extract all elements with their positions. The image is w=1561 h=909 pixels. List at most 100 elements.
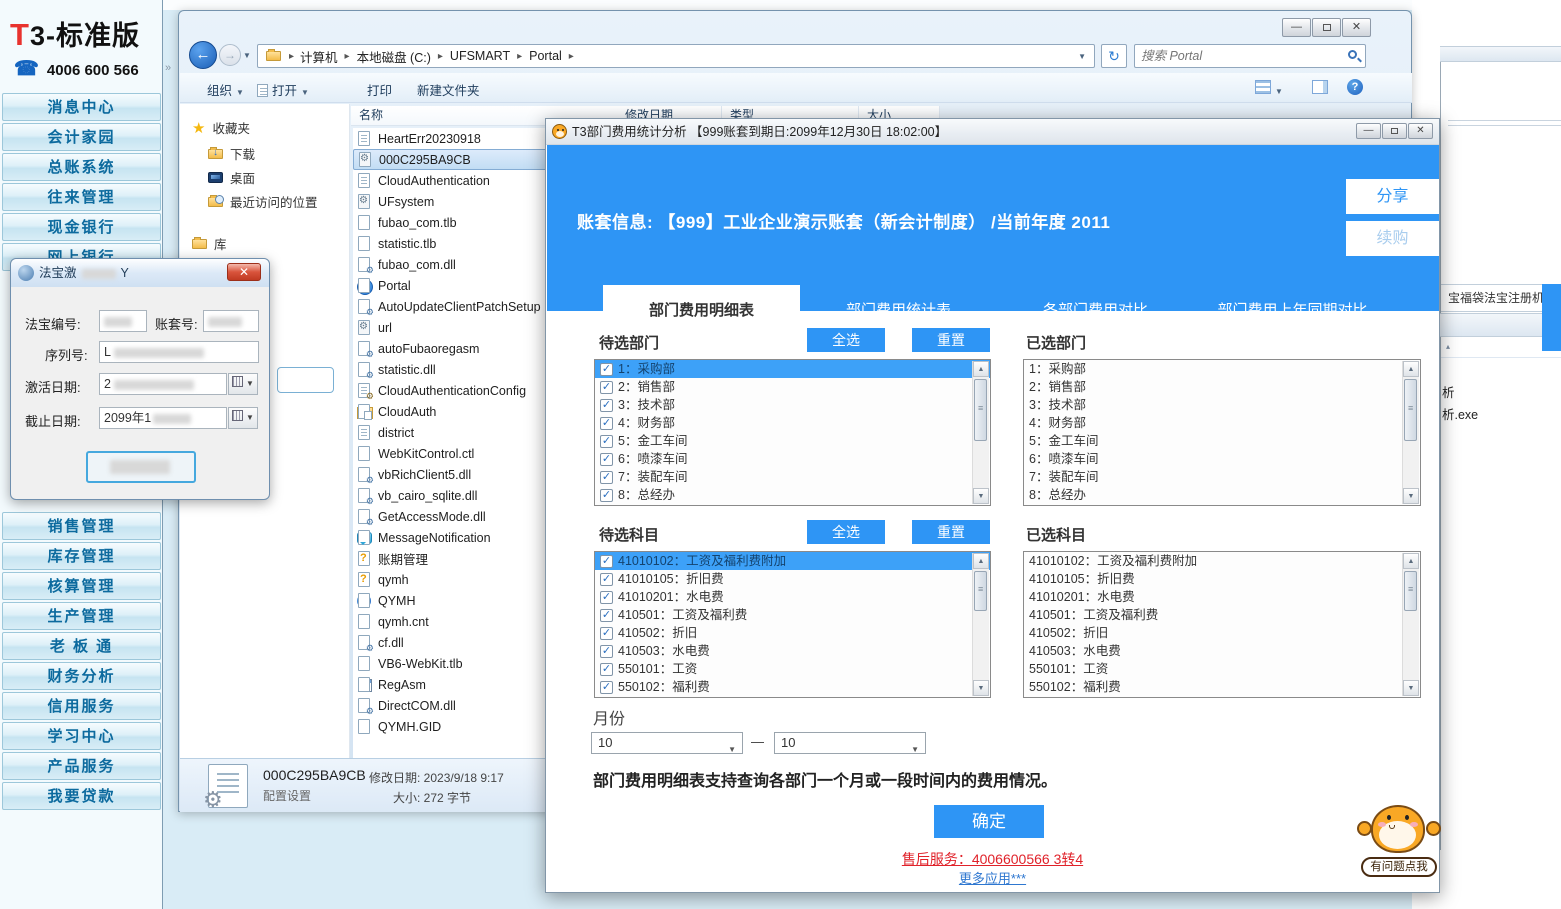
checkbox[interactable]: ✓ [600,627,613,640]
subject-option[interactable]: ✓41010105：折旧费 [595,570,990,588]
sidebar-item[interactable]: 财务分析 [2,662,161,690]
fabao-titlebar[interactable]: 法宝激Y ✕ [11,259,269,287]
scroll-thumb[interactable] [974,571,987,611]
sidebar-item[interactable]: 产品服务 [2,752,161,780]
checkbox[interactable]: ✓ [600,399,613,412]
organize-menu[interactable]: 组织▼ [207,80,244,99]
checkbox[interactable]: ✓ [600,591,613,604]
dept-selected-item[interactable]: 6：喷漆车间 [1024,450,1420,468]
sidebar-item[interactable]: 信用服务 [2,692,161,720]
subject-option[interactable]: ✓550101：工资 [595,660,990,678]
scroll-down-button[interactable]: ▼ [973,488,989,504]
view-button[interactable]: ▼ [1255,80,1283,97]
nav-downloads[interactable]: 下载 [208,144,255,163]
t3-titlebar[interactable]: T3部门费用统计分析 【999账套到期日:2099年12月30日 18:02:0… [546,119,1439,145]
breadcrumb-segment[interactable]: Portal▸ [529,47,581,66]
checkbox[interactable]: ✓ [600,471,613,484]
nav-favorites[interactable]: ★收藏夹 [192,118,250,137]
checkbox[interactable]: ✓ [600,609,613,622]
checkbox[interactable]: ✓ [600,489,613,502]
dept-selected-item[interactable]: 2：销售部 [1024,378,1420,396]
checkbox[interactable]: ✓ [600,681,613,694]
subject-option[interactable]: ✓550102：福利费 [595,678,990,696]
sidebar-item[interactable]: 现金银行 [2,213,161,241]
serial-input[interactable]: L [99,341,259,363]
service-link[interactable]: 售后服务：4006600566 3转4 [546,849,1439,869]
floating-edit-box[interactable] [277,367,334,393]
sidebar-item[interactable]: 核算管理 [2,572,161,600]
collapse-chevron-icon[interactable]: » [165,62,171,74]
print-button[interactable]: 打印 [367,80,392,99]
scroll-down-button[interactable]: ▼ [1403,488,1419,504]
breadcrumb-segment[interactable]: 计算机▸ [300,47,357,66]
scroll-up-button[interactable]: ▲ [973,361,989,377]
search-input[interactable] [1141,47,1336,65]
nav-recent[interactable]: 最近访问的位置 [208,192,318,211]
dept-option[interactable]: ✓6：喷漆车间 [595,450,990,468]
dept-reset-button[interactable]: 重置 [912,328,990,352]
expire-calendar-button[interactable]: ▼ [228,407,258,429]
month-from-select[interactable]: 10 [591,732,743,754]
subject-selected-item[interactable]: 410502：折旧 [1024,624,1420,642]
dept-option[interactable]: ✓7：装配车间 [595,468,990,486]
sidebar-item[interactable]: 会计家园 [2,123,161,151]
scroll-down-button[interactable]: ▼ [973,680,989,696]
share-button[interactable]: 分享 [1346,179,1439,214]
preview-pane-button[interactable] [1312,80,1328,97]
close-button[interactable]: ✕ [1342,18,1371,37]
sidebar-item[interactable]: 我要贷款 [2,782,161,810]
sidebar-item[interactable]: 老 板 通 [2,632,161,660]
scroll-thumb[interactable] [1404,571,1417,611]
checkbox[interactable]: ✓ [600,645,613,658]
sidebar-item[interactable]: 库存管理 [2,542,161,570]
dept-selected-item[interactable]: 7：装配车间 [1024,468,1420,486]
tab[interactable]: 各部门费用对比 [997,285,1194,337]
dept-selected-item[interactable]: 5：金工车间 [1024,432,1420,450]
subject-selected-item[interactable]: 410503：水电费 [1024,642,1420,660]
activate-calendar-button[interactable]: ▼ [228,373,258,395]
close-button[interactable]: ✕ [1408,123,1433,139]
dept-option[interactable]: ✓2：销售部 [595,378,990,396]
dept-option[interactable]: ✓1：采购部 [595,360,990,378]
checkbox[interactable]: ✓ [600,663,613,676]
subject-option[interactable]: ✓410503：水电费 [595,642,990,660]
maximize-button[interactable] [1312,18,1341,37]
subject-select-all-button[interactable]: 全选 [807,520,885,544]
breadcrumb-segment[interactable]: 本地磁盘 (C:)▸ [357,47,450,66]
account-input[interactable] [203,310,259,332]
scroll-down-button[interactable]: ▼ [1403,680,1419,696]
mascot-button[interactable]: 有问题点我 [1359,799,1439,889]
open-button[interactable]: 打开▼ [257,80,309,99]
scroll-up-button[interactable]: ▲ [1403,553,1419,569]
checkbox[interactable]: ✓ [600,453,613,466]
expire-input[interactable]: 2099年1 [99,407,227,429]
new-folder-button[interactable]: 新建文件夹 [417,80,480,99]
subject-option[interactable]: ✓410501：工资及福利费 [595,606,990,624]
subject-option[interactable]: ✓41010201：水电费 [595,588,990,606]
tab[interactable]: 部门费用明细表 [603,285,800,337]
dept-option[interactable]: ✓4：财务部 [595,414,990,432]
sidebar-item[interactable]: 销售管理 [2,512,161,540]
dept-selected-item[interactable]: 3：技术部 [1024,396,1420,414]
sidebar-item[interactable]: 消息中心 [2,93,161,121]
sidebar-item[interactable]: 总账系统 [2,153,161,181]
breadcrumb-segment[interactable]: UFSMART▸ [450,47,529,66]
code-input[interactable] [99,310,147,332]
close-button[interactable]: ✕ [227,263,261,281]
activate-input[interactable]: 2 [99,373,227,395]
minimize-button[interactable]: — [1356,123,1381,139]
minimize-button[interactable]: — [1282,18,1311,37]
dept-option[interactable]: ✓8：总经办 [595,486,990,504]
maximize-button[interactable] [1382,123,1407,139]
month-to-select[interactable]: 10 [774,732,926,754]
search-box[interactable] [1134,44,1366,68]
bg-file-row[interactable]: 析 [1442,382,1561,404]
subject-option[interactable]: ✓41010102：工资及福利费附加 [595,552,990,570]
subject-selected-item[interactable]: 550101：工资 [1024,660,1420,678]
dept-selected-item[interactable]: 4：财务部 [1024,414,1420,432]
sidebar-item[interactable]: 往来管理 [2,183,161,211]
dept-selected-item[interactable]: 1：采购部 [1024,360,1420,378]
subject-selected-item[interactable]: 410501：工资及福利费 [1024,606,1420,624]
dept-option[interactable]: ✓3：技术部 [595,396,990,414]
checkbox[interactable]: ✓ [600,381,613,394]
